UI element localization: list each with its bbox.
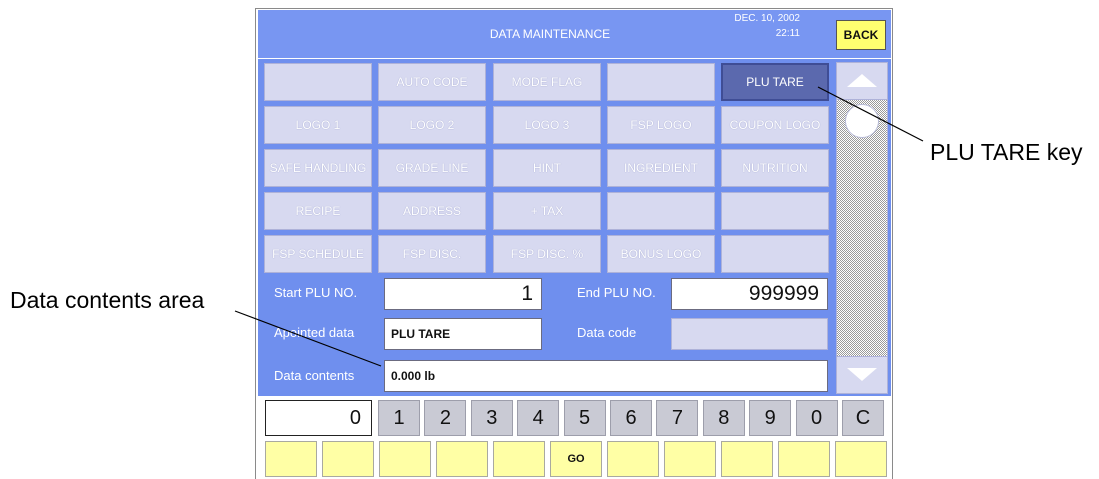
- key-blank[interactable]: [721, 235, 829, 273]
- key-blank[interactable]: [607, 63, 715, 101]
- scroll-up-button[interactable]: [836, 62, 888, 100]
- key-ingredient[interactable]: INGREDIENT: [607, 149, 715, 187]
- start-plu-label: Start PLU NO.: [274, 285, 358, 300]
- keypad-key-0[interactable]: 0: [795, 400, 838, 436]
- key-hint[interactable]: HINT: [493, 149, 601, 187]
- key-blank[interactable]: [721, 192, 829, 230]
- function-key-4[interactable]: [436, 441, 488, 477]
- key-fsp-logo[interactable]: FSP LOGO: [607, 106, 715, 144]
- scroll-track[interactable]: [836, 100, 888, 356]
- page-title: DATA MAINTENANCE: [489, 27, 611, 41]
- appointed-data-field[interactable]: PLU TARE: [384, 318, 542, 350]
- data-code-label: Data code: [577, 325, 637, 340]
- function-key-7[interactable]: [607, 441, 659, 477]
- up-arrow-icon: [847, 74, 877, 87]
- go-button[interactable]: GO: [550, 441, 602, 477]
- key-address[interactable]: ADDRESS: [378, 192, 486, 230]
- circle-thumb-icon[interactable]: [845, 104, 879, 138]
- key-mode-flag[interactable]: MODE FLAG: [493, 63, 601, 101]
- end-plu-input[interactable]: 999999: [671, 278, 828, 310]
- appointed-data-label: Apointed data: [274, 325, 355, 340]
- function-key-1[interactable]: [265, 441, 317, 477]
- function-key-5[interactable]: [493, 441, 545, 477]
- keypad-key-9[interactable]: 9: [749, 400, 792, 436]
- key-logo-1[interactable]: LOGO 1: [264, 106, 372, 144]
- key-fsp-disc[interactable]: FSP DISC.: [378, 235, 486, 273]
- back-button[interactable]: BACK: [836, 20, 886, 50]
- data-contents-field[interactable]: 0.000 lb: [384, 360, 828, 392]
- function-key-9[interactable]: [721, 441, 773, 477]
- key-fsp-disc-percent[interactable]: FSP DISC. %: [493, 235, 601, 273]
- keypad-key-7[interactable]: 7: [656, 400, 699, 436]
- function-key-8[interactable]: [664, 441, 716, 477]
- callout-plu-tare-key: PLU TARE key: [930, 139, 1083, 165]
- keypad-key-8[interactable]: 8: [702, 400, 745, 436]
- key-safe-handling[interactable]: SAFE HANDLING: [264, 149, 372, 187]
- key-recipe[interactable]: RECIPE: [264, 192, 372, 230]
- keypad-key-6[interactable]: 6: [610, 400, 652, 436]
- end-plu-label: End PLU NO.: [577, 285, 656, 300]
- function-key-3[interactable]: [379, 441, 431, 477]
- keypad-key-1[interactable]: 1: [378, 400, 420, 436]
- keypad-display: 0: [265, 400, 372, 436]
- data-code-field: [671, 318, 828, 350]
- start-plu-input[interactable]: 1: [384, 278, 542, 310]
- function-key-10[interactable]: [778, 441, 830, 477]
- time-display: 22:11: [775, 28, 800, 39]
- keypad-key-5[interactable]: 5: [563, 400, 606, 436]
- scroll-down-button[interactable]: [836, 356, 888, 394]
- keypad-key-2[interactable]: 2: [424, 400, 467, 436]
- keypad-key-3[interactable]: 3: [470, 400, 513, 436]
- key-auto-code[interactable]: AUTO CODE: [378, 63, 486, 101]
- keypad-key-4[interactable]: 4: [517, 400, 560, 436]
- key-logo-2[interactable]: LOGO 2: [378, 106, 486, 144]
- key-plus-tax[interactable]: + TAX: [493, 192, 601, 230]
- key-blank[interactable]: [264, 63, 372, 101]
- down-arrow-icon: [847, 368, 877, 381]
- function-key-11[interactable]: [835, 441, 887, 477]
- key-plu-tare[interactable]: PLU TARE: [721, 63, 829, 101]
- data-contents-label: Data contents: [274, 368, 355, 383]
- key-nutrition[interactable]: NUTRITION: [721, 149, 829, 187]
- key-grade-line[interactable]: GRADE LINE: [378, 149, 486, 187]
- key-fsp-schedule[interactable]: FSP SCHEDULE: [264, 235, 372, 273]
- function-key-2[interactable]: [322, 441, 374, 477]
- key-logo-3[interactable]: LOGO 3: [493, 106, 601, 144]
- keypad-clear-key[interactable]: C: [842, 400, 884, 436]
- key-bonus-logo[interactable]: BONUS LOGO: [607, 235, 715, 273]
- key-blank[interactable]: [607, 192, 715, 230]
- date-display: DEC. 10, 2002: [734, 13, 800, 24]
- key-coupon-logo[interactable]: COUPON LOGO: [721, 106, 829, 144]
- callout-data-contents-area: Data contents area: [10, 287, 205, 313]
